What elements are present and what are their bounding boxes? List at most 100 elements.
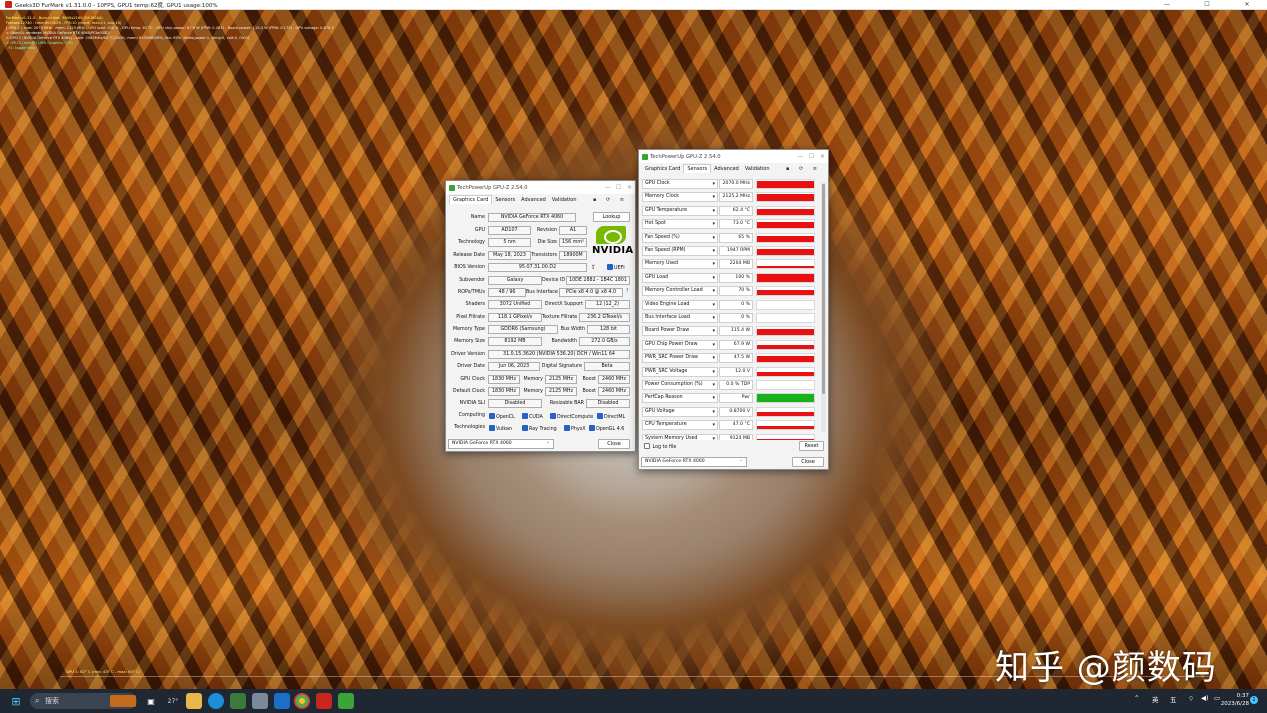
chrome-icon[interactable] — [294, 693, 310, 709]
checkbox-raytracing[interactable]: Ray Tracing — [522, 425, 557, 432]
sensor-name-dropdown[interactable]: Bus Interface Load — [642, 313, 718, 323]
tab-validation[interactable]: Validation — [549, 196, 580, 204]
sensor-list: GPU Clock2070.0 MHzMemory Clock2125.2 MH… — [639, 178, 823, 440]
sensor-name-dropdown[interactable]: Fan Speed (RPM) — [642, 246, 718, 256]
sensor-name-dropdown[interactable]: Board Power Draw — [642, 326, 718, 337]
device-select[interactable]: NVIDIA GeForce RTX 4060 — [641, 457, 747, 467]
checkbox-physx[interactable]: PhysX — [564, 425, 586, 432]
checkbox-directml[interactable]: DirectML — [597, 413, 625, 420]
sensor-name-dropdown[interactable]: Memory Controller Load — [642, 286, 718, 297]
close-button[interactable]: ✕ — [1227, 1, 1267, 8]
sensor-graph-fill — [757, 439, 814, 440]
start-button[interactable]: ⊞ — [8, 693, 24, 709]
sensor-row: GPU Clock2070.0 MHz — [642, 178, 820, 190]
weather-widget[interactable]: 27° — [166, 693, 180, 709]
minimize-button[interactable]: — — [795, 153, 806, 160]
sensor-graph — [756, 299, 815, 310]
tab-sensors[interactable]: Sensors — [683, 164, 712, 173]
checkbox-opencl[interactable]: OpenCL — [489, 413, 515, 420]
task-view-icon[interactable]: ▣ — [143, 693, 159, 709]
share-icon[interactable]: ⇪ — [591, 264, 596, 271]
toolbar-icons[interactable]: ▪ ⟳ ≡ — [590, 196, 631, 204]
sensor-name-dropdown[interactable]: GPU Voltage — [642, 406, 718, 417]
reset-button[interactable]: Reset — [799, 441, 824, 451]
toolbar-icons[interactable]: ▪ ⟳ ≡ — [783, 165, 824, 173]
sensor-scrollbar[interactable] — [821, 182, 826, 432]
tab-graphics-card[interactable]: Graphics Card — [449, 195, 493, 204]
tab-graphics-card[interactable]: Graphics Card — [642, 165, 683, 173]
app-icon[interactable] — [252, 693, 268, 709]
uefi-label: UEFI — [614, 266, 625, 271]
tab-validation[interactable]: Validation — [742, 165, 773, 173]
file-explorer-icon[interactable] — [186, 693, 202, 709]
sensor-name-dropdown[interactable]: PWR_SRC Power Draw — [642, 353, 718, 364]
sensor-value: 0 % — [719, 313, 753, 323]
tab-advanced[interactable]: Advanced — [518, 196, 549, 204]
label-die-size: Die Size — [537, 240, 557, 245]
tab-advanced[interactable]: Advanced — [711, 165, 742, 173]
label-sli: NVIDIA SLI — [459, 401, 485, 406]
tray-lang[interactable]: 英 — [1152, 694, 1159, 704]
close-button[interactable]: ✕ — [624, 184, 635, 191]
field-driver-date: Jun 06, 2023 — [488, 362, 540, 371]
checkbox-vulkan[interactable]: Vulkan — [489, 425, 512, 432]
sensor-name-dropdown[interactable]: Video Engine Load — [642, 299, 718, 310]
furmark-icon[interactable] — [316, 693, 332, 709]
clock[interactable]: 0:37 2023/6/28 — [1221, 692, 1249, 708]
volume-icon[interactable]: ◀) — [1201, 694, 1209, 702]
sensor-row: Fan Speed (%)65 % — [642, 232, 820, 244]
sensor-graph-fill — [757, 181, 814, 188]
sensor-name-dropdown[interactable]: Hot Spot — [642, 219, 718, 230]
lookup-button[interactable]: Lookup — [593, 212, 630, 222]
close-button[interactable]: ✕ — [817, 153, 828, 160]
wifi-icon[interactable]: ⌔ — [1188, 694, 1194, 703]
field-gpu: AD107 — [488, 226, 531, 235]
sensor-name-dropdown[interactable]: Power Consumption (%) — [642, 380, 718, 390]
sensor-graph-fill — [757, 208, 814, 215]
battery-icon[interactable]: ▭ — [1214, 694, 1220, 702]
sensor-name-dropdown[interactable]: GPU Chip Power Draw — [642, 339, 718, 350]
checkbox-directcompute[interactable]: DirectCompute — [550, 413, 593, 420]
checkbox-cuda[interactable]: CUDA — [522, 413, 543, 420]
sensor-name-dropdown[interactable]: Fan Speed (%) — [642, 232, 718, 243]
label-driver-version: Driver Version — [451, 352, 485, 357]
close-window-button[interactable]: Close — [598, 439, 630, 449]
store-icon[interactable] — [230, 693, 246, 709]
sensor-name-dropdown[interactable]: PWR_SRC Voltage — [642, 366, 718, 377]
maximize-button[interactable]: ☐ — [806, 153, 817, 160]
field-bandwidth: 272.0 GB/s — [579, 337, 630, 346]
sensor-graph — [756, 246, 815, 256]
sensor-graph-fill — [757, 249, 814, 255]
clock-time: 0:37 — [1236, 693, 1249, 699]
sensor-name-dropdown[interactable]: GPU Clock — [642, 179, 718, 189]
gpuz-icon[interactable] — [338, 693, 354, 709]
notepad-icon[interactable] — [274, 693, 290, 709]
tray-ime[interactable]: 五 — [1170, 694, 1177, 704]
sensor-name-dropdown[interactable]: GPU Temperature — [642, 205, 718, 216]
sensor-row: GPU Temperature62.4 °C — [642, 205, 820, 217]
bus-help-icon[interactable]: ? — [626, 289, 629, 294]
sensor-value: 70 % — [719, 286, 753, 297]
sensor-name-dropdown[interactable]: Memory Clock — [642, 192, 718, 203]
maximize-button[interactable]: ☐ — [1187, 1, 1227, 8]
sensor-name-dropdown[interactable]: System Memory Used — [642, 433, 718, 440]
tab-sensors[interactable]: Sensors — [492, 196, 518, 204]
sensor-name-dropdown[interactable]: CPU Temperature — [642, 420, 718, 431]
sensor-name-dropdown[interactable]: GPU Load — [642, 272, 718, 283]
notification-badge[interactable]: 1 — [1250, 696, 1258, 704]
minimize-button[interactable]: — — [1147, 1, 1187, 8]
sensor-name-dropdown[interactable]: PerfCap Reason — [642, 393, 718, 404]
tray-chevron-icon[interactable]: ⌃ — [1134, 694, 1139, 702]
sensor-value: 0.8700 V — [719, 406, 753, 417]
maximize-button[interactable]: ☐ — [613, 184, 624, 191]
close-window-button[interactable]: Close — [792, 457, 824, 467]
device-select[interactable]: NVIDIA GeForce RTX 4060 — [448, 439, 554, 449]
minimize-button[interactable]: — — [602, 184, 613, 191]
edge-icon[interactable] — [208, 693, 224, 709]
checkbox-opengl[interactable]: OpenGL 4.6 — [589, 425, 624, 432]
label-bus-interface: Bus Interface — [526, 290, 558, 295]
sensor-graph — [756, 205, 815, 216]
log-to-file-checkbox[interactable]: Log to file — [644, 443, 676, 450]
uefi-checkbox[interactable]: UEFI — [607, 264, 625, 271]
sensor-name-dropdown[interactable]: Memory Used — [642, 259, 718, 270]
